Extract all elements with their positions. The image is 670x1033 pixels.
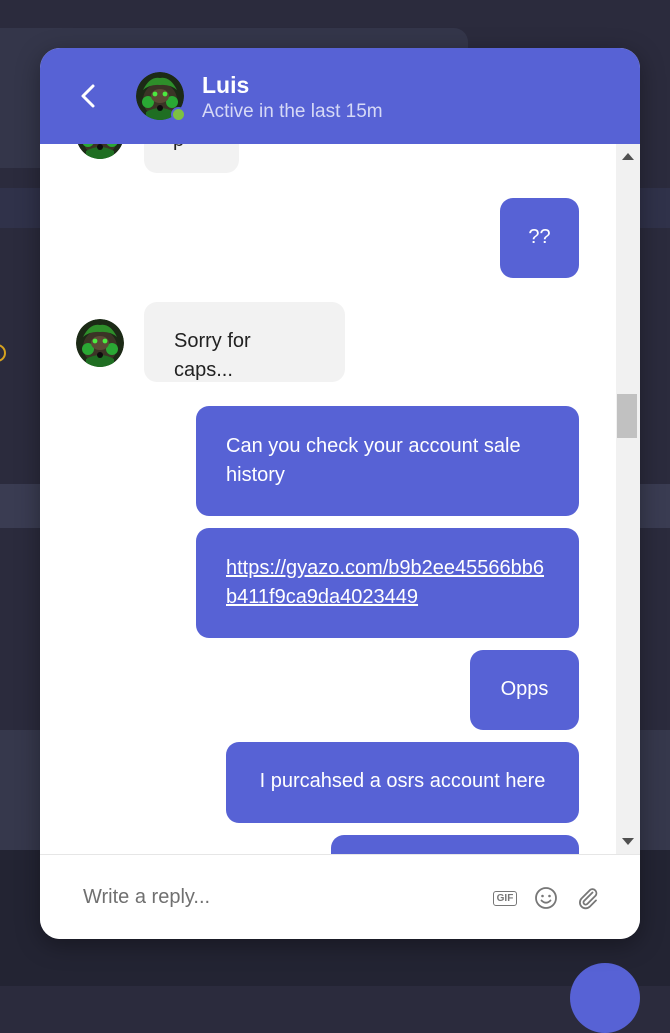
gif-icon: GIF: [492, 890, 518, 906]
emoji-icon: [535, 887, 557, 909]
emoji-button[interactable]: [533, 885, 559, 911]
reply-input[interactable]: [83, 881, 463, 913]
contact-avatar: [136, 72, 186, 122]
message-text: I purcahsed a osrs account here: [259, 770, 546, 792]
message-bubble-outgoing: I purcahsed a osrs account here: [226, 742, 579, 823]
message-text: Sorry for caps...: [174, 330, 251, 381]
reply-composer: GIF: [40, 854, 640, 939]
gif-button[interactable]: GIF: [492, 885, 518, 911]
message-bubble-outgoing: Can you check your account sale history: [196, 406, 579, 516]
scrollbar-thumb[interactable]: [617, 394, 637, 438]
back-button[interactable]: [70, 78, 106, 114]
message-bubble-outgoing: ??: [500, 198, 579, 278]
chat-header: Luis Active in the last 15m: [40, 48, 640, 144]
scroll-up-arrow-icon[interactable]: [622, 153, 634, 160]
chat-launcher-button[interactable]: [570, 963, 640, 1033]
attach-button[interactable]: [575, 885, 601, 911]
scroll-down-arrow-icon[interactable]: [622, 838, 634, 845]
message-bubble-outgoing: [331, 835, 579, 854]
message-bubble-incoming: p: [144, 144, 239, 173]
attachment-icon: [579, 888, 598, 910]
message-bubble-outgoing: https://gyazo.com/b9b2ee45566bb6b411f9ca…: [196, 528, 579, 638]
contact-status: Active in the last 15m: [202, 101, 383, 122]
message-link[interactable]: https://gyazo.com/b9b2ee45566bb6b411f9ca…: [226, 557, 544, 608]
contact-name: Luis: [202, 72, 250, 98]
message-text: Opps: [500, 678, 549, 700]
message-list: p ?? Sorry for caps... Can you check you…: [40, 144, 615, 854]
message-text: p: [173, 144, 184, 151]
background-coin-icon: [0, 344, 6, 362]
message-bubble-outgoing: Opps: [470, 650, 579, 730]
message-avatar: [76, 319, 124, 367]
message-avatar: [76, 144, 124, 159]
message-text: Can you check your account sale history: [226, 435, 521, 486]
back-arrow-icon: [81, 84, 95, 108]
chat-window: Luis Active in the last 15m p ?? Sorry f…: [40, 48, 640, 939]
online-status-dot: [171, 107, 186, 122]
message-text: ??: [528, 226, 551, 248]
message-bubble-incoming: Sorry for caps...: [144, 302, 345, 382]
message-scrollbar[interactable]: [616, 144, 640, 854]
